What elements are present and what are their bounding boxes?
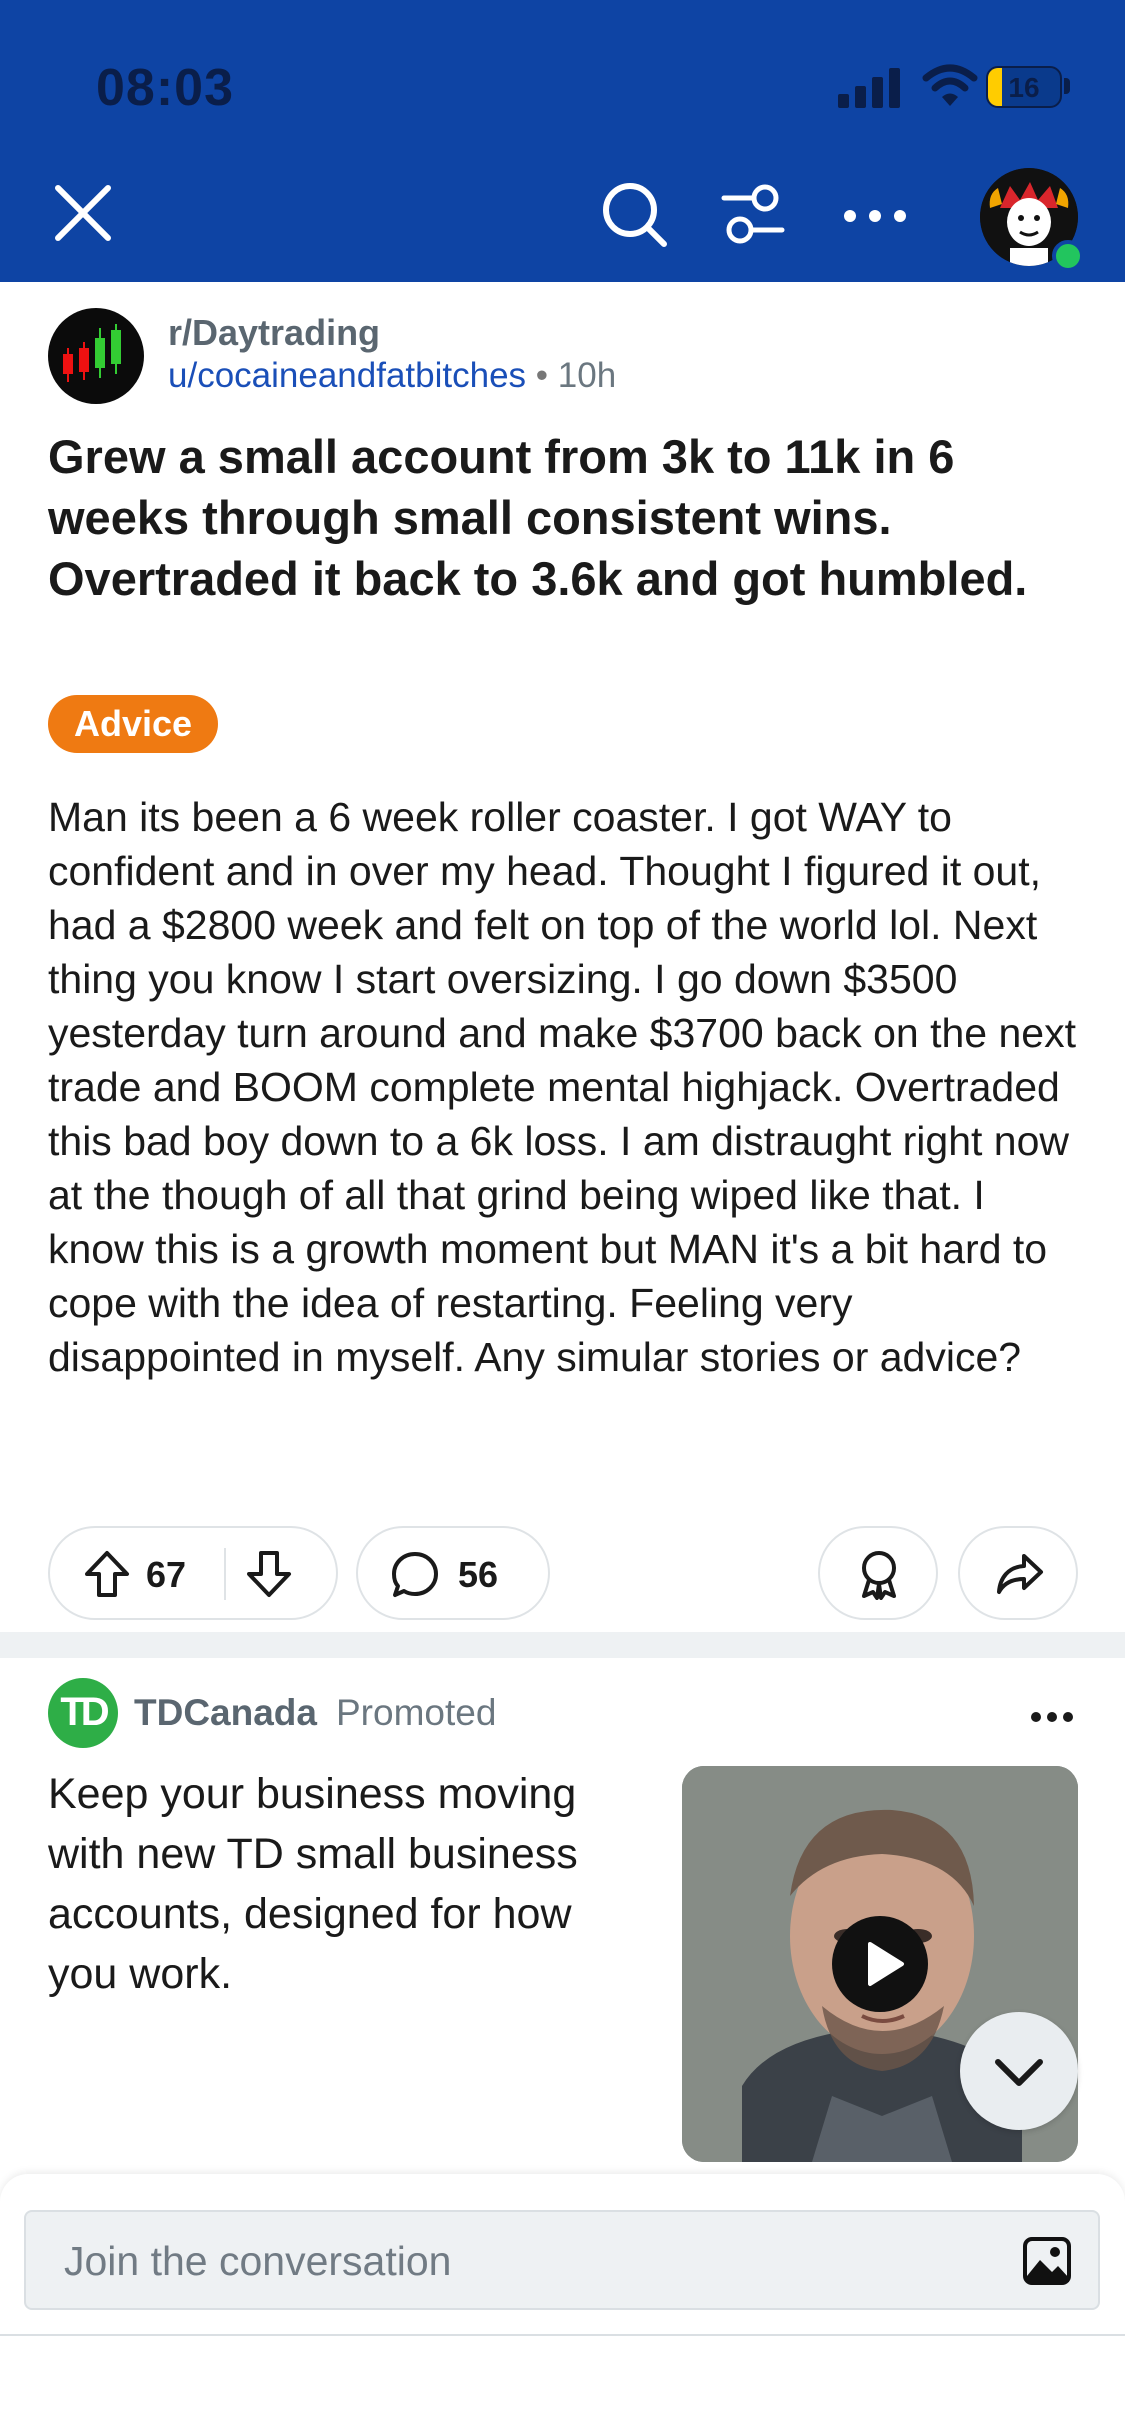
more-horizontal-icon[interactable] (1030, 1710, 1074, 1724)
post-title: Grew a small account from 3k to 11k in 6… (48, 430, 1028, 605)
cellular-signal-icon (838, 68, 900, 108)
post-flair[interactable]: Advice (48, 695, 219, 753)
vote-divider (224, 1548, 226, 1600)
meta-separator: • (535, 356, 549, 395)
subreddit-icon[interactable] (48, 308, 144, 404)
vote-bar: 67 (48, 1526, 338, 1620)
close-icon[interactable] (52, 182, 114, 244)
more-horizontal-icon[interactable] (840, 196, 910, 236)
feed-divider (0, 1632, 1125, 1658)
comment-composer[interactable] (24, 2210, 1100, 2310)
battery-level: 16 (1008, 72, 1040, 103)
comment-count: 56 (458, 1554, 499, 1595)
battery-icon: 16 (986, 66, 1062, 108)
search-icon[interactable] (600, 180, 668, 248)
candlestick-icon (63, 324, 121, 382)
upvote-icon[interactable] (84, 1550, 130, 1598)
award-icon (862, 1551, 896, 1600)
status-time: 08:03 (96, 59, 234, 117)
author-link[interactable]: u/cocaineandfatbitches (168, 356, 526, 395)
online-status-dot (1052, 240, 1084, 272)
post-body: Man its been a 6 week roller coaster. I … (48, 794, 1076, 1380)
comments-button[interactable]: 56 (356, 1526, 550, 1620)
author-line: u/cocaineandfatbitches • 10h (168, 356, 616, 396)
advertiser-name[interactable]: TDCanada (134, 1692, 317, 1734)
promoted-label: Promoted (336, 1692, 497, 1733)
bottom-divider (0, 2334, 1125, 2336)
downvote-icon[interactable] (246, 1550, 292, 1598)
advertiser-logo[interactable]: TD (48, 1678, 118, 1748)
advertiser-logo-text: TD (60, 1690, 109, 1734)
top-app-bar (0, 0, 1125, 282)
wifi-icon (922, 64, 978, 106)
subreddit-name[interactable]: r/Daytrading (168, 312, 380, 354)
play-button[interactable] (832, 1916, 928, 2012)
image-attach-icon[interactable] (1022, 2236, 1072, 2286)
scroll-down-button[interactable] (960, 2012, 1078, 2130)
share-icon (997, 1554, 1043, 1594)
post-age: 10h (557, 356, 617, 395)
chevron-down-icon (995, 2059, 1043, 2086)
play-icon (868, 1942, 904, 1986)
award-button[interactable] (818, 1526, 938, 1620)
comment-input[interactable] (62, 2212, 966, 2310)
upvote-count: 67 (146, 1554, 187, 1595)
share-button[interactable] (958, 1526, 1078, 1620)
comment-icon (392, 1552, 438, 1597)
promoted-text[interactable]: Keep your business moving with new TD sm… (48, 1764, 648, 2004)
battery-tip (1064, 78, 1070, 94)
filter-icon[interactable] (720, 182, 786, 248)
